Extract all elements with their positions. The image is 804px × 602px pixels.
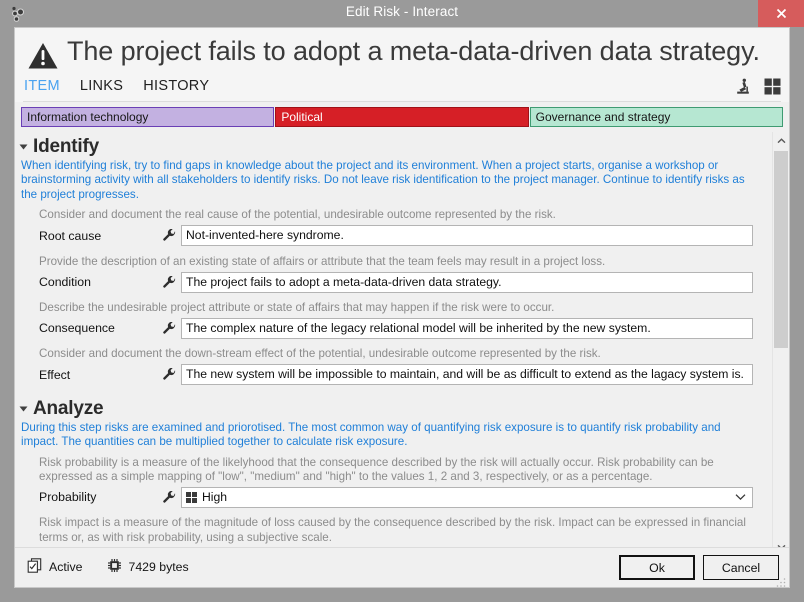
tag-governance-and-strategy[interactable]: Governance and strategy — [529, 107, 783, 127]
dialog-buttons: Ok Cancel — [619, 555, 779, 580]
wrench-icon[interactable] — [163, 275, 181, 289]
vertical-scrollbar[interactable] — [772, 132, 789, 555]
window-title: Edit Risk - Interact — [345, 4, 459, 19]
field-hint-root-cause: Consider and document the real cause of … — [39, 208, 556, 222]
dialog-client-area: The project fails to adopt a meta-data-d… — [14, 27, 790, 588]
microscope-icon[interactable] — [735, 78, 752, 100]
tab-links[interactable]: LINKS — [77, 77, 126, 95]
field-row-consequence: Consequence The complex nature of the le… — [39, 317, 767, 339]
wrench-icon[interactable] — [163, 368, 181, 381]
header-tabs: ITEM LINKS HISTORY — [21, 77, 212, 95]
section-title: Analyze — [33, 397, 104, 419]
field-row-root-cause: Root cause Not-invented-here syndrome. — [39, 225, 767, 247]
probability-value: High — [202, 489, 228, 504]
field-row-effect: Effect The new system will be impossible… — [39, 364, 767, 386]
wrench-icon[interactable] — [163, 229, 181, 242]
size-text: 7429 bytes — [128, 560, 189, 574]
section-title: Identify — [33, 136, 99, 157]
probability-select[interactable]: High — [181, 486, 753, 508]
page-title: The project fails to adopt a meta-data-d… — [67, 36, 760, 66]
status-text: Active — [49, 560, 83, 574]
grid-view-icon[interactable] — [764, 78, 781, 100]
field-label-consequence: Consequence — [39, 321, 115, 336]
risk-header: The project fails to adopt a meta-data-d… — [15, 28, 789, 102]
tab-history[interactable]: HISTORY — [140, 77, 212, 95]
field-label-effect: Effect — [39, 367, 71, 382]
scrollbar-thumb[interactable] — [774, 151, 788, 348]
field-hint-probability: Risk probability is a measure of the lik… — [39, 455, 714, 484]
window-titlebar[interactable]: Edit Risk - Interact — [0, 0, 804, 27]
header-divider — [23, 101, 781, 102]
field-row-condition: Condition The project fails to adopt a m… — [39, 271, 767, 293]
field-hint-impact: Risk impact is a measure of the magnitud… — [39, 516, 746, 544]
wrench-icon[interactable] — [163, 321, 181, 335]
form-content: Identify When identifying risk, try to f… — [15, 132, 767, 555]
condition-input[interactable]: The project fails to adopt a meta-data-d… — [181, 271, 753, 293]
effect-input[interactable]: The new system will be impossible to mai… — [181, 364, 753, 386]
warning-triangle-icon — [27, 40, 59, 72]
resize-grip[interactable] — [776, 574, 786, 587]
consequence-input[interactable]: The complex nature of the legacy relatio… — [181, 317, 753, 339]
tag-political[interactable]: Political — [275, 107, 529, 127]
section-description: When identifying risk, try to find gaps … — [21, 159, 745, 201]
close-button[interactable] — [758, 0, 804, 27]
section-header-identify[interactable]: Identify — [19, 136, 767, 158]
ok-button[interactable]: Ok — [619, 555, 695, 580]
field-hint-consequence: Describe the undesirable project attribu… — [39, 301, 555, 315]
collapse-arrow-icon[interactable] — [19, 406, 28, 412]
section-description: During this step risks are examined and … — [21, 420, 721, 449]
field-hint-condition: Provide the description of an existing s… — [39, 254, 606, 268]
cancel-button[interactable]: Cancel — [703, 555, 779, 580]
section-header-analyze[interactable]: Analyze — [19, 397, 767, 420]
field-label-root-cause: Root cause — [39, 228, 102, 243]
dialog-status-bar: Active 7429 bytes Ok Cancel — [15, 547, 789, 587]
wrench-icon[interactable] — [163, 490, 181, 504]
status-badge: Active — [27, 558, 83, 576]
chevron-down-icon[interactable] — [735, 488, 746, 507]
collapse-arrow-icon[interactable] — [19, 144, 28, 150]
field-label-probability: Probability — [39, 490, 97, 505]
status-info: Active 7429 bytes — [27, 558, 189, 576]
grid-swatch-icon — [186, 491, 197, 503]
category-tag-strip: Information technology Political Governa… — [15, 107, 789, 129]
field-label-condition: Condition — [39, 275, 91, 290]
memory-chip-icon — [107, 558, 122, 576]
size-info: 7429 bytes — [107, 558, 189, 576]
tab-item[interactable]: ITEM — [21, 77, 63, 95]
field-hint-effect: Consider and document the down-stream ef… — [39, 347, 601, 361]
root-cause-input[interactable]: Not-invented-here syndrome. — [181, 225, 753, 247]
header-toolbar — [735, 78, 781, 100]
field-row-probability: Probability High — [39, 486, 767, 508]
tag-information-technology[interactable]: Information technology — [21, 107, 275, 127]
edit-risk-window: Edit Risk - Interact The project fails t… — [0, 0, 804, 602]
scroll-up-button[interactable] — [773, 132, 789, 149]
document-check-icon — [27, 558, 42, 576]
form-scroll-area: Identify When identifying risk, try to f… — [15, 132, 789, 555]
